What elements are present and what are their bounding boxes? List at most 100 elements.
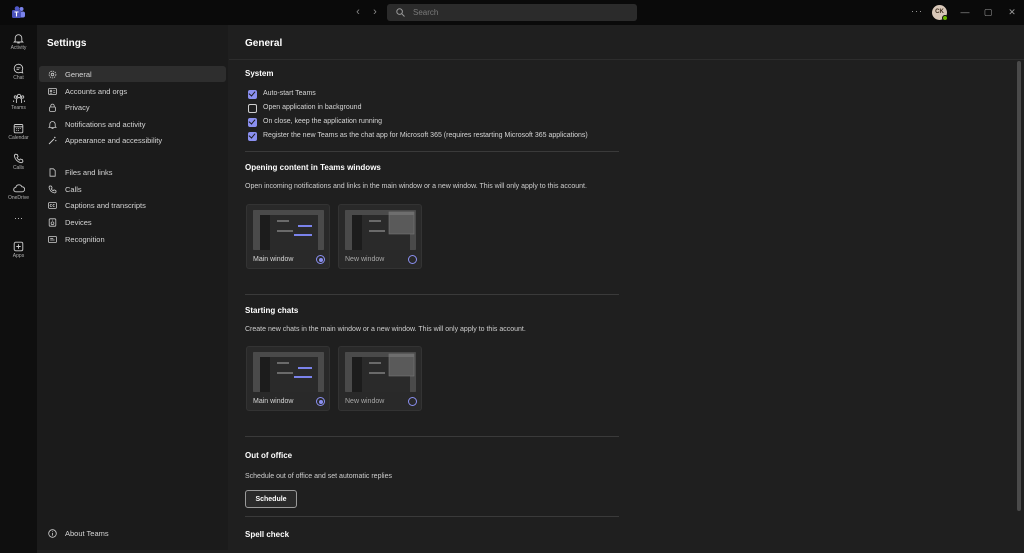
option-label: Main window — [253, 256, 294, 263]
search-box[interactable] — [387, 4, 637, 21]
lock-icon — [49, 103, 56, 112]
nav-item-about[interactable]: About Teams — [39, 525, 226, 541]
rail-more-button[interactable]: ··· — [0, 212, 37, 226]
section-title-opening-content: Opening content in Teams windows — [245, 163, 381, 172]
new-window-preview — [345, 210, 416, 250]
info-icon — [48, 529, 57, 538]
forward-button[interactable]: › — [369, 6, 381, 18]
nav-item-notifications[interactable]: Notifications and activity — [39, 116, 226, 132]
cloud-icon — [12, 184, 25, 193]
minimize-button[interactable]: — — [958, 5, 972, 19]
phone-icon — [48, 185, 57, 194]
radio-button[interactable] — [408, 255, 417, 264]
settings-title: Settings — [47, 38, 87, 49]
rail-item-calls[interactable]: Calls — [0, 150, 37, 178]
checkbox-label: On close, keep the application running — [263, 118, 383, 125]
main-window-preview — [253, 210, 324, 250]
nav-item-label: Files and links — [65, 168, 113, 177]
bell-icon — [13, 34, 24, 44]
back-button[interactable]: ‹ — [352, 6, 364, 18]
document-icon — [49, 168, 56, 177]
radio-button[interactable] — [316, 255, 325, 264]
presence-status-icon — [942, 15, 948, 21]
nav-item-label: Accounts and orgs — [65, 87, 128, 96]
section-divider — [245, 436, 619, 437]
radio-button[interactable] — [316, 397, 325, 406]
settings-content: General System Auto-start Teams Open app… — [229, 25, 1024, 553]
section-divider — [245, 151, 619, 152]
wand-icon — [48, 136, 57, 145]
scrollbar[interactable] — [1017, 61, 1021, 511]
section-description: Open incoming notifications and links in… — [245, 183, 587, 190]
rail-label: Activity — [10, 45, 27, 51]
nav-item-recognition[interactable]: Recognition — [39, 231, 226, 247]
maximize-button[interactable]: ▢ — [981, 5, 995, 19]
nav-item-files[interactable]: Files and links — [39, 164, 226, 180]
rail-item-chat[interactable]: Chat — [0, 60, 37, 88]
schedule-button[interactable]: Schedule — [245, 490, 297, 508]
rail-item-teams[interactable]: Teams — [0, 90, 37, 118]
bell-icon — [48, 121, 57, 129]
chat-icon — [13, 63, 24, 74]
search-icon — [396, 8, 405, 17]
option-label: New window — [345, 256, 385, 263]
main-window-preview — [253, 352, 324, 392]
search-input[interactable] — [413, 4, 628, 21]
calendar-icon — [13, 124, 24, 134]
nav-item-devices[interactable]: Devices — [39, 214, 226, 230]
teams-icon — [12, 93, 25, 103]
section-description: Schedule out of office and set automatic… — [245, 473, 392, 480]
rail-item-apps[interactable]: Apps — [0, 238, 37, 266]
rail-label: Calls — [12, 165, 25, 171]
nav-item-label: Appearance and accessibility — [65, 136, 163, 145]
checkbox-label: Open application in background — [263, 104, 362, 111]
teams-logo-icon — [12, 6, 25, 18]
nav-item-calls[interactable]: Calls — [39, 181, 226, 197]
checkbox[interactable] — [248, 118, 257, 127]
section-title-system: System — [245, 69, 274, 78]
nav-item-label: Privacy — [65, 103, 90, 112]
rail-label: Apps — [12, 253, 25, 259]
accounts-icon — [48, 87, 57, 95]
checkbox-label: Auto-start Teams — [263, 90, 316, 97]
close-button[interactable]: ✕ — [1005, 5, 1019, 19]
cc-icon — [48, 202, 57, 209]
checkbox-label: Register the new Teams as the chat app f… — [263, 132, 588, 139]
nav-item-label: Devices — [65, 218, 92, 227]
rail-item-activity[interactable]: Activity — [0, 30, 37, 58]
option-label: New window — [345, 398, 385, 405]
nav-item-label: About Teams — [65, 529, 109, 538]
nav-item-accounts[interactable]: Accounts and orgs — [39, 83, 226, 99]
nav-item-appearance[interactable]: Appearance and accessibility — [39, 132, 226, 148]
section-title-out-of-office: Out of office — [245, 451, 293, 460]
nav-item-general[interactable]: General — [39, 66, 226, 82]
checkbox[interactable] — [248, 132, 257, 141]
option-card-main-window[interactable]: Main window — [246, 204, 330, 269]
settings-sidebar: Settings General Accounts and orgs Priva… — [37, 25, 228, 550]
rail-item-calendar[interactable]: Calendar — [0, 120, 37, 148]
gear-icon — [48, 70, 57, 79]
app-rail: Activity Chat Teams Calendar Calls OneDr… — [0, 25, 37, 553]
nav-item-label: Recognition — [65, 235, 105, 244]
section-divider — [245, 516, 619, 517]
nav-item-label: Notifications and activity — [65, 120, 146, 129]
checkbox[interactable] — [248, 90, 257, 99]
section-divider — [245, 294, 619, 295]
option-card-new-window[interactable]: New window — [338, 346, 422, 411]
nav-item-privacy[interactable]: Privacy — [39, 99, 226, 115]
more-options-button[interactable]: ··· — [911, 6, 925, 16]
option-card-main-window[interactable]: Main window — [246, 346, 330, 411]
option-label: Main window — [253, 398, 294, 405]
section-title-starting-chats: Starting chats — [245, 306, 299, 315]
option-card-new-window[interactable]: New window — [338, 204, 422, 269]
rail-label: Chat — [13, 75, 24, 81]
nav-item-label: Captions and transcripts — [65, 201, 146, 210]
nav-item-label: Calls — [65, 185, 82, 194]
page-title: General — [245, 38, 283, 49]
apps-icon — [13, 241, 24, 252]
nav-item-captions[interactable]: Captions and transcripts — [39, 197, 226, 213]
checkbox[interactable] — [248, 104, 257, 113]
rail-label: Teams — [11, 105, 26, 111]
rail-item-onedrive[interactable]: OneDrive — [0, 180, 37, 208]
radio-button[interactable] — [408, 397, 417, 406]
